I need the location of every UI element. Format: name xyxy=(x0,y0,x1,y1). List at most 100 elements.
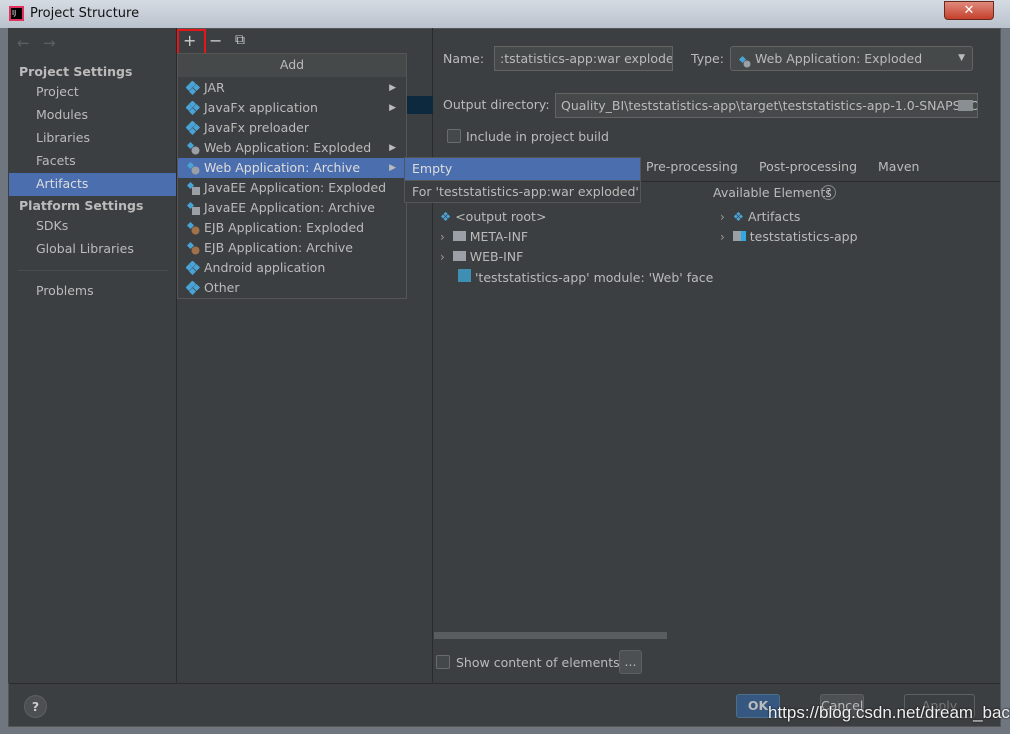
folder-icon xyxy=(452,251,466,261)
title-bar xyxy=(0,0,1010,28)
menu-item-label: EJB Application: Archive xyxy=(204,240,353,255)
sidebar-item-libraries[interactable]: Libraries xyxy=(9,127,176,150)
chevron-right-icon[interactable]: › xyxy=(720,230,725,244)
menu-item-label: JavaEE Application: Archive xyxy=(204,200,375,215)
submenu-item-empty[interactable]: Empty xyxy=(405,158,640,180)
folder-browse-icon[interactable] xyxy=(958,100,973,111)
tree-item-output-root[interactable]: ❖ <output root> xyxy=(440,209,546,224)
artifact-icon xyxy=(185,100,201,116)
sidebar-item-problems[interactable]: Problems xyxy=(9,280,176,303)
sidebar-item-sdks[interactable]: SDKs xyxy=(9,215,176,238)
sidebar-divider xyxy=(18,270,168,271)
forward-arrow-icon[interactable]: → xyxy=(43,34,56,52)
intellij-app-icon: IJ xyxy=(9,6,24,21)
output-directory-input[interactable]: Quality_BI\teststatistics-app\target\tes… xyxy=(555,93,978,118)
menu-item[interactable]: JavaEE Application: Exploded xyxy=(178,178,406,198)
menu-item-label: JavaFx preloader xyxy=(204,120,309,135)
more-options-button[interactable]: ... xyxy=(619,650,642,674)
copy-button[interactable]: ⧉ xyxy=(235,32,245,48)
sidebar-item-modules[interactable]: Modules xyxy=(9,104,176,127)
artifact-icon xyxy=(185,260,201,276)
artifact-icon: ❖ xyxy=(732,209,744,224)
tab-pre-processing[interactable]: Pre-processing xyxy=(646,159,738,174)
web-artifact-icon xyxy=(737,52,751,68)
javaee-artifact-icon xyxy=(186,181,200,195)
add-menu-title: Add xyxy=(178,54,406,77)
menu-item-label: Web Application: Archive xyxy=(204,160,361,175)
sidebar-item-project[interactable]: Project xyxy=(9,81,176,104)
chevron-right-icon[interactable]: › xyxy=(720,210,725,224)
menu-item-label: JavaFx application xyxy=(204,100,318,115)
remove-button[interactable]: − xyxy=(209,31,222,50)
submenu-arrow-icon: ▶ xyxy=(389,163,396,173)
menu-item[interactable]: EJB Application: Archive xyxy=(178,238,406,258)
close-button[interactable]: ✕ xyxy=(944,1,994,20)
menu-item-label: JavaEE Application: Exploded xyxy=(204,180,387,195)
footer-divider xyxy=(9,683,1000,684)
menu-item-label: Web Application: Exploded xyxy=(204,140,372,155)
menu-item[interactable]: Web Application: Exploded ▶ xyxy=(178,138,406,158)
menu-item[interactable]: Android application xyxy=(178,258,406,278)
tree-item-web-facet[interactable]: 'teststatistics-app' module: 'Web' facet… xyxy=(458,269,713,285)
sidebar-item-global-libraries[interactable]: Global Libraries xyxy=(9,238,176,261)
submenu-arrow-icon: ▶ xyxy=(389,83,396,93)
menu-item[interactable]: JAR ▶ xyxy=(178,78,406,98)
horizontal-scrollbar[interactable] xyxy=(434,632,667,639)
module-folder-icon xyxy=(732,231,746,241)
tab-post-processing[interactable]: Post-processing xyxy=(759,159,857,174)
menu-item-label: EJB Application: Exploded xyxy=(204,220,365,235)
web-artifact-icon xyxy=(186,161,200,175)
section-platform-settings: Platform Settings xyxy=(19,198,144,213)
ejb-artifact-icon xyxy=(186,221,200,235)
add-button-highlight xyxy=(177,29,206,56)
tree-item-meta-inf[interactable]: › META-INF xyxy=(440,229,528,244)
help-circle-icon[interactable]: ? xyxy=(821,185,836,200)
tree-item-web-inf[interactable]: › WEB-INF xyxy=(440,249,523,264)
ejb-artifact-icon xyxy=(186,241,200,255)
chevron-right-icon[interactable]: › xyxy=(440,250,445,264)
artifact-icon xyxy=(185,80,201,96)
javaee-artifact-icon xyxy=(186,201,200,215)
help-button[interactable]: ? xyxy=(24,695,47,718)
type-label: Type: xyxy=(691,51,724,66)
web-artifact-icon xyxy=(186,141,200,155)
include-in-build-checkbox[interactable] xyxy=(447,129,461,143)
artifact-icon: ❖ xyxy=(440,209,452,224)
window-title: Project Structure xyxy=(30,6,140,21)
menu-item[interactable]: Web Application: Archive ▶ xyxy=(178,158,406,178)
watermark: https://blog.csdn.net/dream_back xyxy=(768,703,1010,722)
menu-item-label: Android application xyxy=(204,260,326,275)
chevron-down-icon: ▼ xyxy=(958,53,965,63)
tab-maven[interactable]: Maven xyxy=(878,159,919,174)
submenu-arrow-icon: ▶ xyxy=(389,143,396,153)
web-facet-icon xyxy=(458,269,471,282)
artifact-icon xyxy=(185,120,201,136)
artifact-icon xyxy=(185,280,201,296)
menu-item-label: Other xyxy=(204,280,240,295)
show-content-checkbox[interactable] xyxy=(436,655,450,669)
artifact-list-item-selected[interactable] xyxy=(406,96,433,114)
menu-item[interactable]: JavaEE Application: Archive xyxy=(178,198,406,218)
add-menu: Add JAR ▶ JavaFx application ▶ JavaFx preloa… xyxy=(177,53,407,299)
menu-item[interactable]: JavaFx application ▶ xyxy=(178,98,406,118)
menu-item[interactable]: JavaFx preloader xyxy=(178,118,406,138)
type-value: Web Application: Exploded xyxy=(755,51,923,66)
folder-icon xyxy=(452,231,466,241)
name-input[interactable]: :tstatistics-app:war exploded xyxy=(494,46,673,71)
sidebar-item-facets[interactable]: Facets xyxy=(9,150,176,173)
chevron-right-icon[interactable]: › xyxy=(440,230,445,244)
output-directory-label: Output directory: xyxy=(443,97,550,112)
sidebar-item-artifacts[interactable]: Artifacts xyxy=(9,173,176,196)
back-arrow-icon[interactable]: ← xyxy=(17,34,30,52)
type-select[interactable]: Web Application: Exploded ▼ xyxy=(730,46,973,71)
available-elements-label: Available Elements xyxy=(713,185,832,200)
submenu-item-for-war-exploded[interactable]: For 'teststatistics-app:war exploded' xyxy=(405,180,640,202)
menu-item[interactable]: EJB Application: Exploded xyxy=(178,218,406,238)
show-content-label: Show content of elements xyxy=(456,655,620,670)
available-item-artifacts[interactable]: › ❖ Artifacts xyxy=(720,209,800,224)
available-item-module[interactable]: › teststatistics-app xyxy=(720,229,858,244)
archive-submenu: Empty For 'teststatistics-app:war explod… xyxy=(404,157,641,203)
include-in-build-label: Include in project build xyxy=(466,129,609,144)
menu-item[interactable]: Other xyxy=(178,278,406,298)
section-project-settings: Project Settings xyxy=(19,64,133,79)
